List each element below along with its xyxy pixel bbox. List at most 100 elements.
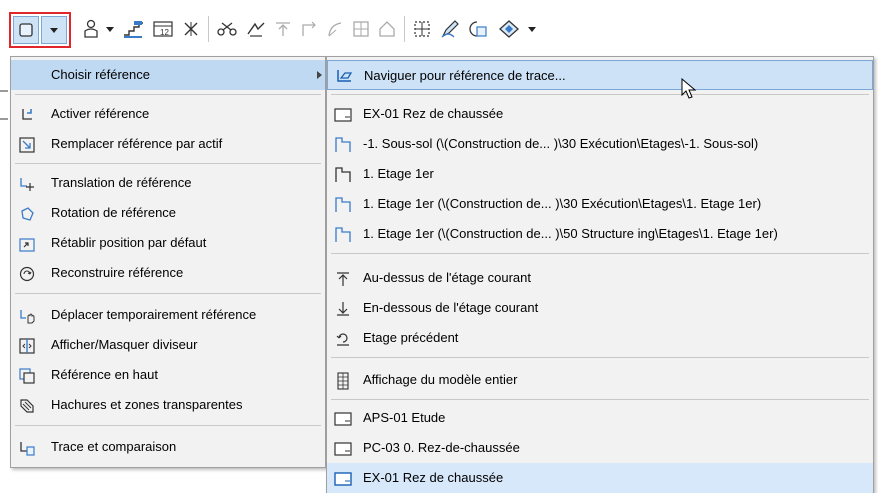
ref-top-icon <box>18 367 36 385</box>
menu-item-label: Afficher/Masquer diviseur <box>51 337 198 352</box>
trim-button[interactable] <box>244 16 268 42</box>
menu-item-label: Rotation de référence <box>51 205 177 220</box>
menu-separator <box>15 293 321 294</box>
grid-box-button[interactable] <box>350 16 372 42</box>
menu-item-rotation-reference[interactable]: Rotation de référence <box>11 198 325 228</box>
diamond-dropdown[interactable] <box>526 16 538 42</box>
menu-item-deplacer-temporairement[interactable]: Déplacer temporairement référence <box>11 300 325 330</box>
curve-button[interactable] <box>324 16 346 42</box>
menu-item-activer-reference[interactable]: Activer référence <box>11 99 325 129</box>
menu-item-remplacer-reference[interactable]: Remplacer référence par actif <box>11 129 325 159</box>
person-button[interactable] <box>80 16 102 42</box>
menu-item-label: Translation de référence <box>51 175 192 190</box>
menu-item-label: APS-01 Etude <box>363 410 446 425</box>
dimension-icon: 12 <box>153 21 173 37</box>
stairs-button[interactable] <box>120 16 146 42</box>
menu-separator <box>15 425 321 426</box>
submenu-item-below[interactable]: En-dessous de l'étage courant <box>327 293 873 323</box>
submenu-item-layout[interactable]: EX-01 Rez de chaussée <box>327 463 873 493</box>
highlight-outline <box>9 12 71 48</box>
rotate-ref-icon <box>18 205 36 223</box>
menu-item-label: 1. Etage 1er <box>363 166 434 181</box>
menu-item-label: 1. Etage 1er (\(Construction de... )\50 … <box>363 226 778 241</box>
submenu-item-layout[interactable]: APS-01 Etude <box>327 403 873 433</box>
menu-separator <box>15 94 321 95</box>
close-x-icon <box>184 22 198 36</box>
menu-item-label: Trace et comparaison <box>51 439 177 454</box>
submenu-item-layout[interactable]: EX-01 Rez de chaussée <box>327 99 873 129</box>
diamond-button[interactable] <box>496 16 522 42</box>
submenu-item-previous[interactable]: Etage précédent <box>327 323 873 353</box>
trim-icon <box>247 22 265 37</box>
menu-item-label: -1. Sous-sol (\(Construction de... )\30 … <box>363 136 759 151</box>
divider-icon <box>18 337 36 355</box>
move-temp-icon <box>18 307 36 325</box>
menu-item-translation-reference[interactable]: Translation de référence <box>11 168 325 198</box>
menu-item-label: Etage précédent <box>363 330 459 345</box>
menu-item-reconstruire-reference[interactable]: Reconstruire référence <box>11 258 325 288</box>
menu-item-label: Activer référence <box>51 106 150 121</box>
menu-item-label: En-dessous de l'étage courant <box>363 300 539 315</box>
menu-item-reference-en-haut[interactable]: Référence en haut <box>11 360 325 390</box>
menu-separator <box>331 253 869 254</box>
scissors-icon <box>217 22 237 36</box>
menu-item-label: Remplacer référence par actif <box>51 136 223 151</box>
menu-item-label: Hachures et zones transparentes <box>51 397 243 412</box>
layout-icon <box>334 410 352 428</box>
menu-separator <box>15 163 321 164</box>
align-top-button[interactable] <box>272 16 294 42</box>
menu-item-label: Rétablir position par défaut <box>51 235 207 250</box>
pen-button[interactable] <box>438 16 462 42</box>
menu-item-label: Référence en haut <box>51 367 158 382</box>
scissors-button[interactable] <box>214 16 240 42</box>
menu-item-label: EX-01 Rez de chaussée <box>363 106 504 121</box>
submenu-item-story[interactable]: 1. Etage 1er (\(Construction de... )\30 … <box>327 189 873 219</box>
translate-ref-icon <box>18 175 36 193</box>
grid-select-icon <box>414 21 430 37</box>
edge-tick <box>0 90 8 92</box>
menu-separator <box>331 399 869 400</box>
submenu-item-story[interactable]: 1. Etage 1er (\(Construction de... )\50 … <box>327 219 873 249</box>
menu-separator <box>331 94 869 95</box>
edge-tick <box>0 118 8 120</box>
corner-button[interactable] <box>298 16 320 42</box>
menu-item-choisir-reference[interactable]: Choisir référence <box>11 60 325 90</box>
stairs-icon <box>124 21 143 38</box>
person-dropdown[interactable] <box>104 16 116 42</box>
house-button[interactable] <box>376 16 398 42</box>
submenu-item-whole-model[interactable]: Affichage du modèle entier <box>327 365 873 395</box>
replace-ref-icon <box>18 136 36 154</box>
submenu-item-naviguer[interactable]: Naviguer pour référence de trace... <box>327 60 873 90</box>
diamond-icon <box>499 20 519 38</box>
menu-item-label: Au-dessus de l'étage courant <box>363 270 531 285</box>
story-icon <box>334 196 352 214</box>
menu-item-afficher-diviseur[interactable]: Afficher/Masquer diviseur <box>11 330 325 360</box>
layout-icon <box>334 440 352 458</box>
menu-item-trace-comparaison[interactable]: Trace et comparaison <box>11 432 325 462</box>
menu-item-label: Reconstruire référence <box>51 265 184 280</box>
toolbar-separator <box>208 16 209 42</box>
submenu-item-above[interactable]: Au-dessus de l'étage courant <box>327 263 873 293</box>
curve-icon <box>328 22 342 37</box>
menu-item-label: Déplacer temporairement référence <box>51 307 257 322</box>
svg-text:12: 12 <box>160 28 169 37</box>
menu-item-label: Affichage du modèle entier <box>363 372 518 387</box>
submenu-item-story[interactable]: 1. Etage 1er <box>327 159 873 189</box>
story-icon <box>334 226 352 244</box>
dimension-button[interactable]: 12 <box>150 16 176 42</box>
reference-menu: Choisir référence Activer référence Remp… <box>10 56 326 468</box>
story-icon <box>334 166 352 184</box>
menu-item-retablir-position[interactable]: Rétablir position par défaut <box>11 228 325 258</box>
whole-model-icon <box>334 372 352 390</box>
menu-item-hachures[interactable]: Hachures et zones transparentes <box>11 390 325 420</box>
submenu-item-story[interactable]: -1. Sous-sol (\(Construction de... )\30 … <box>327 129 873 159</box>
submenu-item-layout[interactable]: PC-03 0. Rez-de-chaussée <box>327 433 873 463</box>
close-x-button[interactable] <box>180 16 202 42</box>
person-icon <box>84 19 98 38</box>
grid-select-button[interactable] <box>410 16 434 42</box>
layout-icon <box>334 106 352 124</box>
tag-button[interactable] <box>466 16 490 42</box>
hatch-icon <box>18 397 36 415</box>
choose-reference-submenu: Naviguer pour référence de trace... EX-0… <box>326 56 874 493</box>
rebuild-ref-icon <box>18 265 36 283</box>
